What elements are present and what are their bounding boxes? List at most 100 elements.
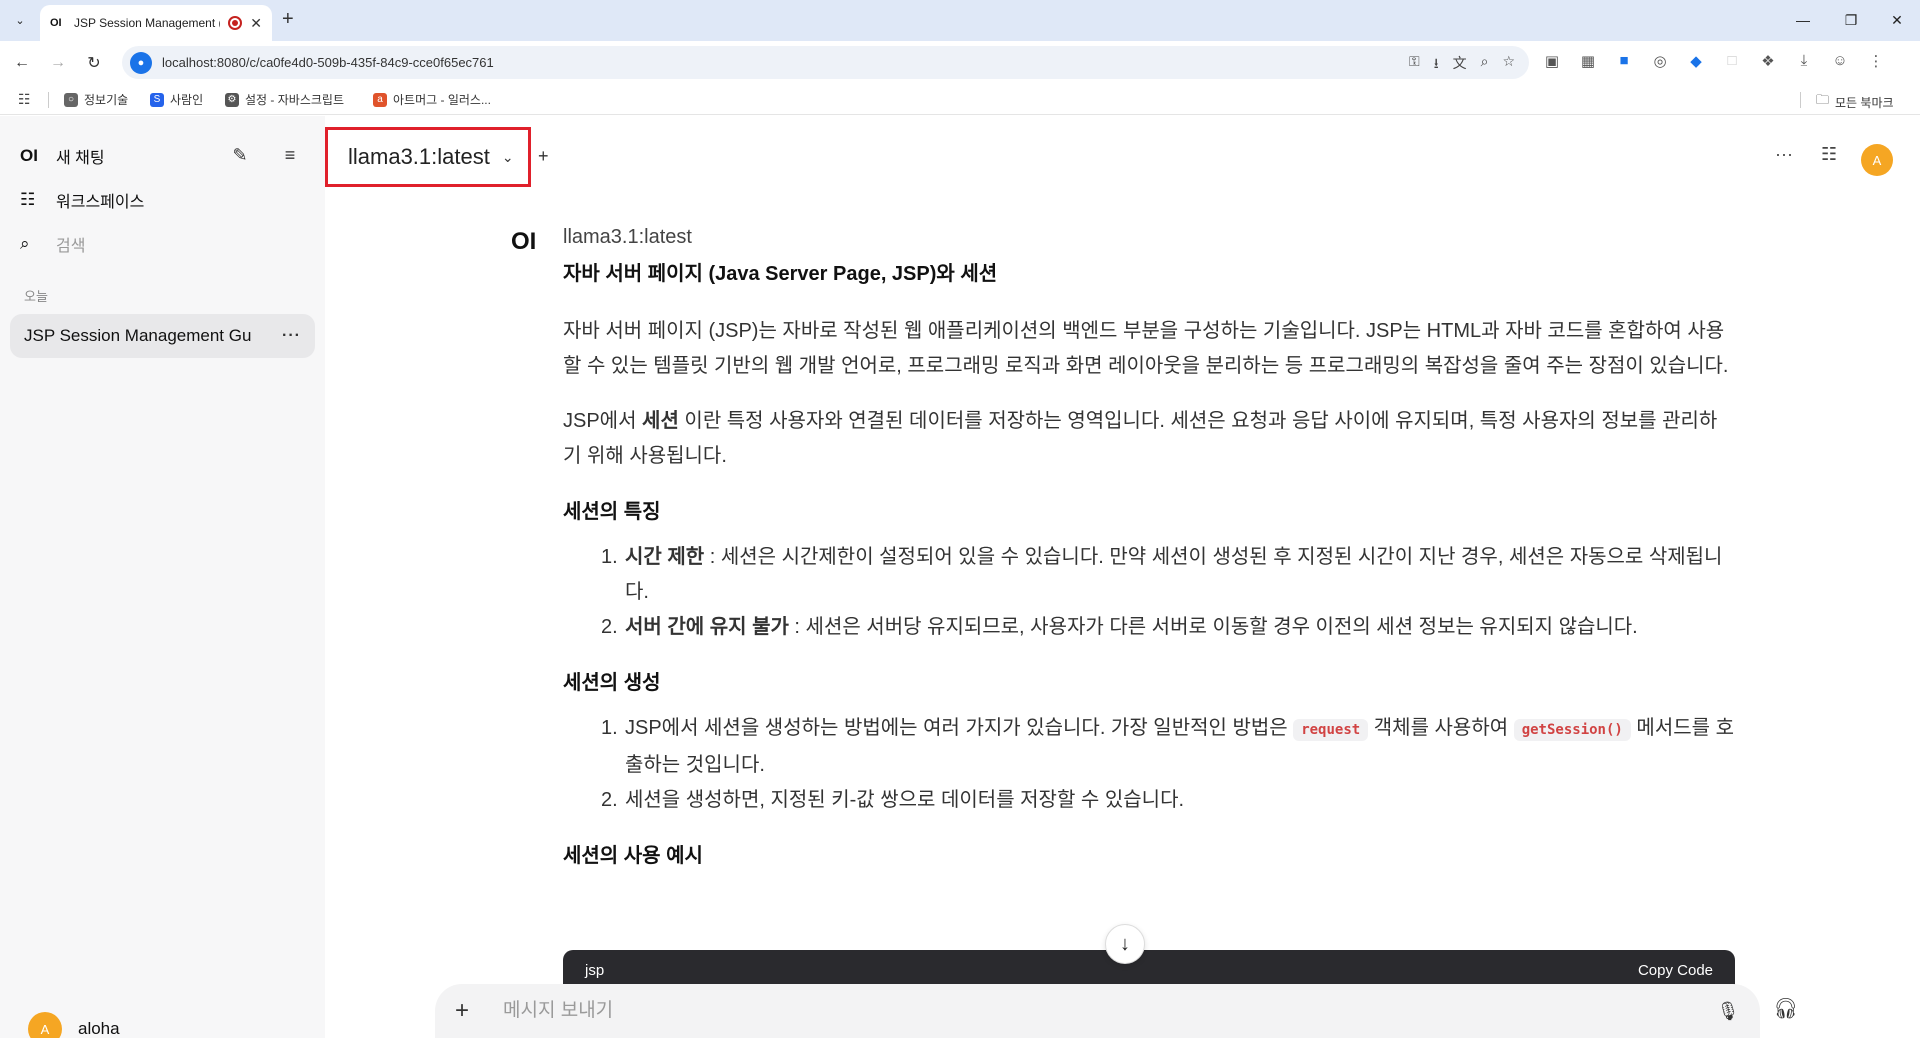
section-heading: 세션의 특징 — [563, 501, 661, 523]
url-text[interactable]: localhost:8080/c/ca0fe4d0-509b-435f-84c9… — [162, 55, 494, 70]
site-info-icon[interactable]: ● — [130, 51, 152, 74]
list-item: 2. 세션을 생성하면, 지정된 키-값 쌍으로 데이터를 저장할 수 있습니다. — [601, 783, 1735, 818]
sidebar-item-workspace[interactable]: ☷ 워크스페이스 — [20, 188, 144, 212]
new-tab-button[interactable]: + — [282, 8, 294, 31]
bookmark-star-icon[interactable]: ☆ — [1502, 53, 1515, 77]
sidebar-toggle-icon[interactable]: ≡ — [277, 142, 303, 168]
more-options-icon[interactable]: ··· — [282, 327, 301, 345]
tab-title: JSP Session Management ( — [74, 16, 221, 30]
download-icon[interactable]: ⤓ — [1794, 52, 1814, 70]
section-heading: 세션의 생성 — [563, 672, 661, 694]
chat-list-item[interactable]: JSP Session Management Gu ··· — [10, 314, 315, 358]
new-chat-edit-icon[interactable]: ✎ — [227, 142, 253, 168]
assistant-logo: OI — [511, 228, 537, 255]
browser-toolbar: ← → ↻ ● localhost:8080/c/ca0fe4d0-509b-4… — [0, 41, 1920, 84]
text-run: 객체를 사용하여 — [1368, 717, 1514, 739]
list-number: 2. — [601, 789, 618, 811]
reload-button[interactable]: ↻ — [82, 51, 106, 75]
bookmark-label: 설정 - 자바스크립트 — [245, 93, 344, 107]
bookmarks-divider — [1800, 92, 1801, 108]
apps-grid-icon[interactable]: ☷ — [18, 91, 31, 108]
bookmark-item[interactable]: ⚙ 설정 - 자바스크립트 — [225, 91, 344, 108]
inline-code: getSession() — [1513, 719, 1631, 741]
browser-tabstrip: ⌄ OI JSP Session Management ( ✕ + — ❐ ✕ — [0, 0, 1920, 41]
menu-kebab-icon[interactable]: ⋮ — [1866, 52, 1886, 70]
close-window-button[interactable]: ✕ — [1882, 6, 1912, 34]
extension-icon-5[interactable]: ◆ — [1686, 52, 1706, 70]
key-icon[interactable]: ⚿ — [1409, 53, 1420, 77]
bookmark-item[interactable]: S 사람인 — [150, 91, 203, 108]
today-section-label: 오늘 — [24, 289, 48, 304]
list-number: 1. — [601, 546, 618, 568]
chevron-down-icon: ⌄ — [501, 148, 514, 165]
list-item: 1. JSP에서 세션을 생성하는 방법에는 여러 가지가 있습니다. 가장 일반… — [601, 711, 1735, 783]
bookmark-label: 모든 북마크 — [1835, 95, 1894, 110]
copy-code-button[interactable]: Copy Code — [1638, 962, 1713, 979]
translate-extension-icon[interactable]: ■ — [1614, 52, 1634, 70]
address-bar[interactable]: ● localhost:8080/c/ca0fe4d0-509b-435f-84… — [122, 46, 1529, 79]
tab-favicon: OI — [50, 17, 62, 29]
close-tab-icon[interactable]: ✕ — [250, 15, 262, 32]
back-button[interactable]: ← — [10, 51, 34, 75]
model-selector[interactable]: llama3.1:latest ⌄ — [325, 127, 531, 187]
arrow-down-icon: ↓ — [1120, 932, 1130, 955]
message-heading: 자바 서버 페이지 (Java Server Page, JSP)와 세션 — [563, 263, 998, 285]
search-icon: ⌕ — [20, 234, 30, 253]
app-logo: OI — [20, 146, 38, 165]
user-name: aloha — [78, 1019, 120, 1038]
sidebar: OI 새 채팅 ✎ ≡ ☷ 워크스페이스 ⌕ 검색 오늘 JSP Session… — [0, 116, 325, 1038]
add-model-button[interactable]: + — [538, 146, 549, 167]
chat-main: llama3.1:latest ⌄ + ··· ☷ A OI llama3.1:… — [325, 116, 1920, 1038]
globe-icon: ○ — [64, 92, 78, 107]
translate-icon[interactable]: 文 — [1453, 53, 1467, 77]
text-run: JSP에서 — [563, 410, 643, 432]
controls-sliders-icon[interactable]: ☷ — [1821, 144, 1837, 165]
extension-icon-6[interactable]: □ — [1722, 52, 1742, 70]
workspace-label: 워크스페이스 — [56, 194, 145, 211]
tab-search-button[interactable]: ⌄ — [8, 8, 32, 32]
avatar: A — [28, 1012, 62, 1038]
bookmark-label: 아트머그 - 일러스... — [393, 93, 491, 107]
extension-icon-4[interactable]: ◎ — [1650, 52, 1670, 70]
artmug-icon: a — [373, 92, 387, 107]
text-run: : 세션은 시간제한이 설정되어 있을 수 있습니다. 만약 세션이 생성된 후… — [625, 546, 1723, 603]
more-options-icon[interactable]: ··· — [1775, 144, 1793, 165]
camera-extension-icon[interactable]: ▣ — [1542, 52, 1562, 70]
extension-icon-2[interactable]: ▦ — [1578, 52, 1598, 70]
new-chat-label: 새 채팅 — [56, 150, 105, 167]
features-list: 1. 시간 제한 : 세션은 시간제한이 설정되어 있을 수 있습니다. 만약 세… — [563, 540, 1735, 645]
microphone-icon[interactable]: 🎙︎ — [1716, 1001, 1740, 1022]
message-paragraph: 자바 서버 페이지 (JSP)는 자바로 작성된 웹 애플리케이션의 백엔드 부… — [563, 320, 1729, 377]
profile-icon[interactable]: ☺ — [1830, 52, 1850, 70]
folder-icon: 🗀 — [1816, 92, 1830, 107]
all-bookmarks-button[interactable]: 🗀 모든 북마크 — [1816, 91, 1894, 113]
new-chat-button[interactable]: OI 새 채팅 — [20, 144, 105, 168]
extensions-puzzle-icon[interactable]: ❖ — [1758, 52, 1778, 70]
bookmark-item[interactable]: a 아트머그 - 일러스... — [373, 91, 491, 108]
avatar[interactable]: A — [1861, 144, 1893, 176]
forward-button[interactable]: → — [46, 51, 70, 75]
headphones-icon[interactable]: 🎧︎ — [1773, 996, 1798, 1021]
restore-window-button[interactable]: ❐ — [1836, 6, 1866, 34]
bookmark-item[interactable]: ○ 정보기술 — [64, 91, 128, 108]
scroll-to-bottom-button[interactable]: ↓ — [1105, 924, 1145, 964]
sidebar-search[interactable]: ⌕ 검색 — [20, 232, 85, 256]
inline-code: request — [1293, 719, 1369, 741]
model-name: llama3.1:latest — [348, 144, 490, 169]
bookmark-label: 사람인 — [170, 93, 204, 107]
recording-icon — [228, 16, 243, 30]
user-menu[interactable]: A aloha — [28, 1012, 120, 1038]
list-number: 1. — [601, 717, 618, 739]
list-number: 2. — [601, 616, 618, 638]
install-app-icon[interactable]: ⭳ — [1434, 53, 1439, 77]
bookmark-label: 정보기술 — [84, 93, 129, 107]
minimize-window-button[interactable]: — — [1788, 6, 1818, 34]
plus-icon[interactable]: + — [455, 997, 485, 1025]
message-input[interactable] — [503, 1000, 1716, 1022]
assistant-message: 자바 서버 페이지 (Java Server Page, JSP)와 세션 자바… — [563, 256, 1735, 874]
text-run: 세션을 생성하면, 지정된 키-값 쌍으로 데이터를 저장할 수 있습니다. — [625, 789, 1185, 811]
browser-tab-active[interactable]: OI JSP Session Management ( ✕ — [40, 5, 272, 41]
list-item: 2. 서버 간에 유지 불가 : 세션은 서버당 유지되므로, 사용자가 다른 서… — [601, 610, 1735, 645]
zoom-icon[interactable]: ⌕ — [1481, 53, 1489, 77]
